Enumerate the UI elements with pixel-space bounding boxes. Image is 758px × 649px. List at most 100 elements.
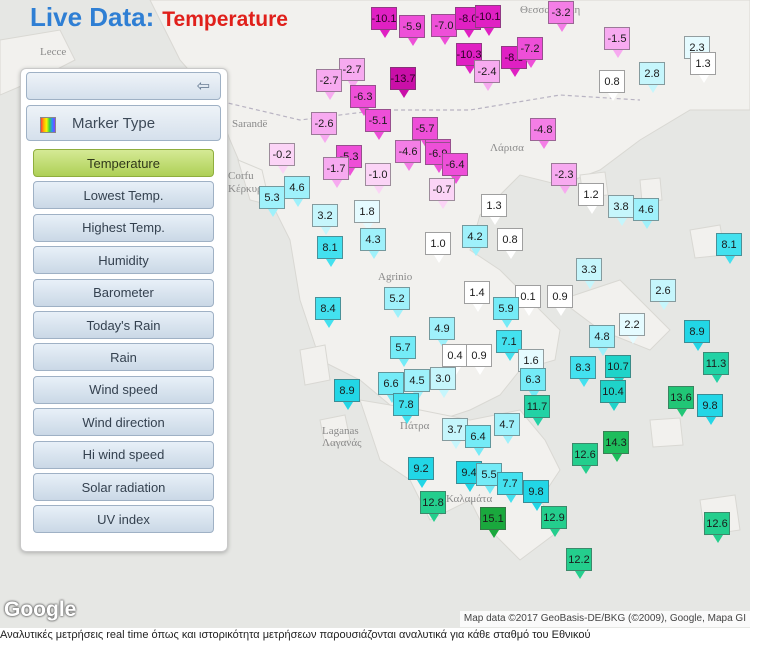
map-view[interactable]: Live Data: Temperature Lecce Sarandë Corf… [0, 0, 750, 628]
temperature-marker[interactable]: 2.6 [650, 279, 676, 310]
temperature-marker[interactable]: 0.8 [599, 70, 625, 101]
temperature-marker[interactable]: -7.2 [517, 37, 543, 68]
marker-type-panel: ⇦ Marker Type Temperature Lowest Temp. Hig… [20, 68, 228, 552]
temperature-marker[interactable]: 0.4 [442, 344, 468, 375]
temperature-marker[interactable]: 5.9 [493, 297, 519, 328]
temperature-marker[interactable]: 7.8 [393, 393, 419, 424]
temperature-marker[interactable]: -7.0 [431, 14, 457, 45]
temperature-marker[interactable]: 11.7 [524, 395, 550, 426]
temperature-marker[interactable]: 0.9 [547, 285, 573, 316]
temperature-marker[interactable]: 13.6 [668, 386, 694, 417]
temperature-marker[interactable]: -1.5 [604, 27, 630, 58]
temperature-marker[interactable]: 4.5 [404, 369, 430, 400]
temperature-marker[interactable]: 8.4 [315, 297, 341, 328]
marker-type-today-s-rain[interactable]: Today's Rain [33, 311, 214, 339]
temperature-marker[interactable]: 1.3 [481, 194, 507, 225]
page-caption: Αναλυτικές μετρήσεις real time όπως και … [0, 629, 591, 641]
temperature-marker[interactable]: 12.6 [572, 443, 598, 474]
temperature-marker[interactable]: 0.9 [466, 344, 492, 375]
temperature-marker[interactable]: 8.9 [684, 320, 710, 351]
temperature-marker[interactable]: -4.8 [530, 118, 556, 149]
temperature-marker[interactable]: 6.6 [378, 372, 404, 403]
marker-type-humidity[interactable]: Humidity [33, 246, 214, 275]
temperature-marker[interactable]: 1.0 [425, 232, 451, 263]
temperature-marker[interactable]: 15.1 [480, 507, 506, 538]
temperature-marker[interactable]: 12.9 [541, 506, 567, 537]
temperature-marker[interactable]: 1.8 [354, 200, 380, 231]
marker-type-highest-temp[interactable]: Highest Temp. [33, 213, 214, 242]
temperature-marker[interactable]: 8.9 [334, 379, 360, 410]
marker-type-solar-radiation[interactable]: Solar radiation [33, 473, 214, 501]
temperature-marker[interactable]: 4.9 [429, 317, 455, 348]
temperature-marker[interactable]: 8.3 [570, 356, 596, 387]
temperature-marker[interactable]: 9.8 [523, 480, 549, 511]
temperature-marker[interactable]: 11.3 [703, 352, 729, 383]
marker-type-wind-direction[interactable]: Wind direction [33, 408, 214, 437]
temperature-marker[interactable]: 3.2 [312, 204, 338, 235]
temperature-marker[interactable]: -3.2 [548, 1, 574, 32]
temperature-marker[interactable]: -2.3 [551, 163, 577, 194]
temperature-marker[interactable]: -2.6 [311, 112, 337, 143]
page-margin [750, 0, 758, 628]
temperature-marker[interactable]: -4.6 [395, 140, 421, 171]
temperature-marker[interactable]: -10.1 [475, 5, 501, 36]
temperature-marker[interactable]: -6.4 [442, 153, 468, 184]
map-attribution[interactable]: Map data ©2017 GeoBasis-DE/BKG (©2009), … [459, 611, 750, 627]
temperature-marker[interactable]: 2.8 [639, 62, 665, 93]
marker-type-header[interactable]: Marker Type [26, 105, 221, 141]
temperature-marker[interactable]: 9.2 [408, 457, 434, 488]
temperature-marker[interactable]: 4.8 [589, 325, 615, 356]
temperature-marker[interactable]: -5.9 [399, 15, 425, 46]
marker-type-temperature[interactable]: Temperature [33, 149, 214, 177]
temperature-marker[interactable]: -2.4 [474, 60, 500, 91]
temperature-marker[interactable]: -5.1 [365, 109, 391, 140]
temperature-marker[interactable]: -1.0 [365, 163, 391, 194]
marker-type-wind-speed[interactable]: Wind speed [33, 375, 214, 404]
arrow-left-icon: ⇦ [196, 78, 210, 95]
marker-type-uv-index[interactable]: UV index [33, 505, 214, 534]
temperature-marker[interactable]: 7.7 [497, 472, 523, 503]
temperature-marker[interactable]: 9.8 [697, 394, 723, 425]
marker-type-hi-wind-speed[interactable]: Hi wind speed [33, 440, 214, 469]
temperature-marker[interactable]: -2.7 [339, 58, 365, 89]
temperature-marker[interactable]: 1.2 [578, 183, 604, 214]
temperature-marker[interactable]: 4.7 [494, 413, 520, 444]
temperature-marker[interactable]: 4.6 [633, 198, 659, 229]
temperature-marker[interactable]: -5.7 [412, 117, 438, 148]
temperature-marker[interactable]: -1.7 [323, 157, 349, 188]
collapse-panel-button[interactable]: ⇦ [26, 72, 221, 100]
temperature-marker[interactable]: 4.2 [462, 225, 488, 256]
temperature-marker[interactable]: 1.4 [464, 281, 490, 312]
temperature-marker[interactable]: 5.7 [390, 336, 416, 367]
temperature-marker[interactable]: 1.3 [690, 52, 716, 83]
temperature-marker[interactable]: -0.7 [429, 178, 455, 209]
temperature-marker[interactable]: -10.1 [371, 7, 397, 38]
temperature-marker[interactable]: 10.4 [600, 380, 626, 411]
temperature-marker[interactable]: 12.8 [420, 491, 446, 522]
temperature-marker[interactable]: 4.6 [284, 176, 310, 207]
marker-type-lowest-temp[interactable]: Lowest Temp. [33, 181, 214, 210]
temperature-marker[interactable]: 6.4 [465, 425, 491, 456]
rainbow-icon [40, 117, 56, 133]
temperature-marker[interactable]: 6.3 [520, 368, 546, 399]
temperature-marker[interactable]: 12.2 [566, 548, 592, 579]
temperature-marker[interactable]: 0.8 [497, 228, 523, 259]
marker-type-barometer[interactable]: Barometer [33, 278, 214, 307]
temperature-marker[interactable]: 3.8 [608, 195, 634, 226]
temperature-marker[interactable]: 5.3 [259, 186, 285, 217]
temperature-marker[interactable]: 4.3 [360, 228, 386, 259]
temperature-marker[interactable]: 3.0 [430, 367, 456, 398]
temperature-marker[interactable]: -13.7 [390, 67, 416, 98]
temperature-marker[interactable]: 5.2 [384, 287, 410, 318]
temperature-marker[interactable]: 3.3 [576, 258, 602, 289]
temperature-marker[interactable]: -2.7 [316, 69, 342, 100]
temperature-marker[interactable]: 10.7 [605, 355, 631, 386]
temperature-marker[interactable]: 12.6 [704, 512, 730, 543]
temperature-marker[interactable]: 14.3 [603, 431, 629, 462]
marker-type-rain[interactable]: Rain [33, 343, 214, 372]
temperature-marker[interactable]: -6.3 [350, 85, 376, 116]
temperature-marker[interactable]: 2.2 [619, 313, 645, 344]
temperature-marker[interactable]: 8.1 [317, 236, 343, 267]
temperature-marker[interactable]: -0.2 [269, 143, 295, 174]
temperature-marker[interactable]: 8.1 [716, 233, 742, 264]
